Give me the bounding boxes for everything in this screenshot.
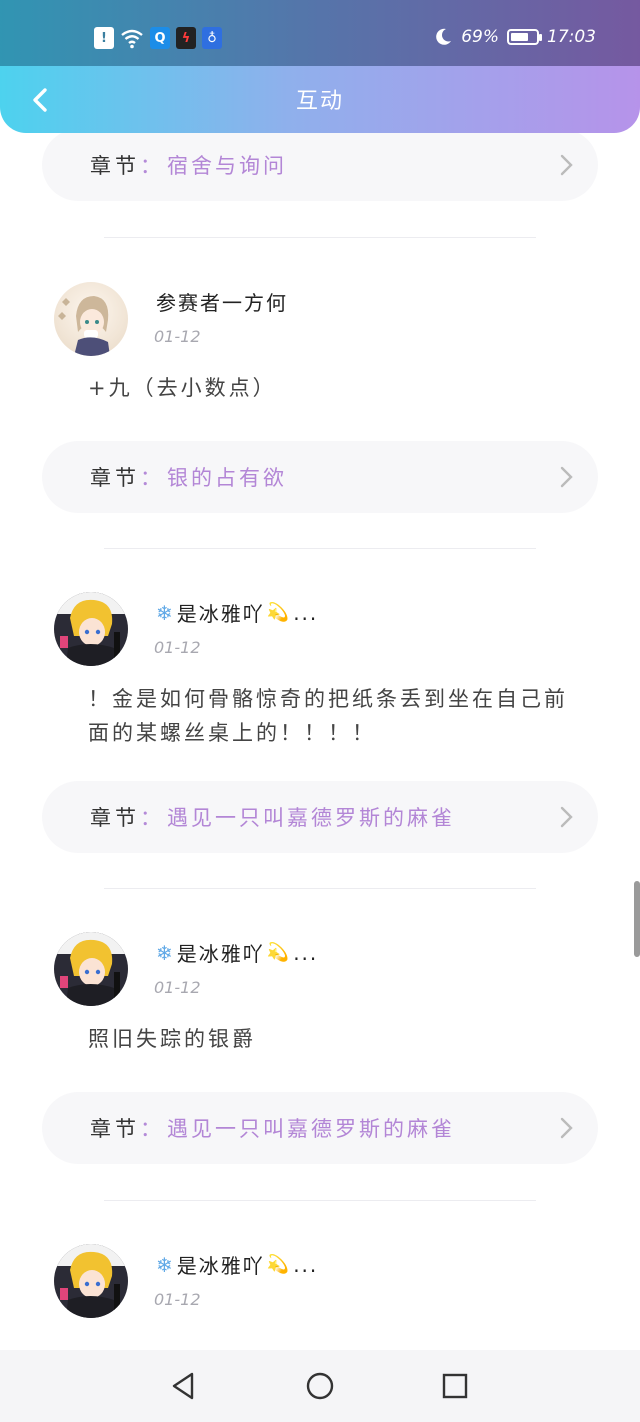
square-recents-icon [442,1373,468,1399]
avatar-illustration [58,296,110,356]
chapter-name: 宿舍与询问 [167,154,287,178]
chapter-name: 遇见一只叫嘉德罗斯的麻雀 [167,806,455,830]
battery-fill [511,33,528,41]
snowflake-icon: ❄ [156,600,175,625]
username-text: 是冰雅吖 [176,602,265,626]
chapter-card[interactable]: 章节 ： 遇见一只叫嘉德罗斯的麻雀 [42,1092,598,1164]
avatar[interactable] [54,282,128,356]
moon-icon [436,28,452,45]
top-bar: ! Q ϟ ♁ 69% 17:03 互动 [0,0,640,133]
comment-date: 01-12 [154,978,201,997]
username-ellipsis: ... [293,1252,319,1277]
comment-text: 照旧失踪的银爵 [88,1027,256,1051]
chapter-key-label: 章节 [90,806,140,830]
chapter-colon: ： [140,154,161,178]
snowflake-icon: ❄ [156,940,175,965]
page-title: 互动 [295,89,344,114]
avatar-illustration [54,1244,128,1318]
avatar-illustration [54,592,128,666]
nav-home-button[interactable] [300,1368,340,1404]
divider [104,888,536,889]
chapter-key-label: 章节 [90,466,140,490]
avatar[interactable] [54,1244,128,1318]
comment-text: +九（去小数点） [88,376,277,400]
triangle-back-icon [172,1372,194,1400]
comment-date: 01-12 [154,327,201,346]
chapter-card[interactable]: 章节 ： 宿舍与询问 [42,129,598,201]
search-app-icon: Q [150,27,170,49]
username-ellipsis: ... [293,600,319,625]
username[interactable]: ❄ 是冰雅吖 💫 ... [156,938,318,967]
username[interactable]: ❄ 是冰雅吖 💫 ... [156,1250,318,1279]
username[interactable]: 参赛者一方何 [156,287,288,316]
circle-home-icon [306,1372,334,1400]
status-right: 69% 17:03 [433,27,596,47]
chevron-right-icon [560,466,573,488]
chapter-colon: ： [140,806,161,830]
game-app-icon: ϟ [176,27,196,49]
chevron-right-icon [560,154,573,176]
chapter-colon: ： [140,1117,161,1141]
battery-percent: 69% [461,27,499,47]
divider [104,548,536,549]
comment-date: 01-12 [154,1290,201,1309]
username-text: 是冰雅吖 [176,1254,265,1278]
alert-icon: ! [94,27,114,49]
swirl-emoji-icon: 💫 [266,1254,292,1275]
divider [104,237,536,238]
avatar[interactable] [54,592,128,666]
username[interactable]: ❄ 是冰雅吖 💫 ... [156,598,318,627]
nav-recents-button[interactable] [435,1368,475,1404]
avatar-illustration [54,932,128,1006]
chevron-right-icon [560,1117,573,1139]
username-text: 是冰雅吖 [176,942,265,966]
bulb-app-icon: ♁ [202,27,222,49]
username-text: 参赛者一方何 [156,291,288,315]
scrollbar[interactable] [634,881,640,957]
chapter-colon: ： [140,466,161,490]
chapter-name: 遇见一只叫嘉德罗斯的麻雀 [167,1117,455,1141]
header: 互动 [0,66,640,133]
chapter-card[interactable]: 章节 ： 银的占有欲 [42,441,598,513]
chapter-key-label: 章节 [90,1117,140,1141]
status-left-icons: ! Q ϟ ♁ [94,27,222,49]
snowflake-icon: ❄ [156,1252,175,1277]
status-bar: ! Q ϟ ♁ 69% 17:03 [0,0,640,66]
avatar[interactable] [54,932,128,1006]
comment-text: ！金是如何骨骼惊奇的把纸条丢到坐在自己前面的某螺丝桌上的！！！！ [88,687,568,745]
comment-date: 01-12 [154,638,201,657]
clock: 17:03 [547,27,596,47]
nav-back-button[interactable] [163,1368,203,1404]
swirl-emoji-icon: 💫 [266,602,292,623]
divider [104,1200,536,1201]
chevron-right-icon [560,806,573,828]
system-nav-bar [0,1350,640,1422]
swirl-emoji-icon: 💫 [266,942,292,963]
chapter-key-label: 章节 [90,154,140,178]
chapter-name: 银的占有欲 [167,466,287,490]
battery-icon [507,29,542,45]
wifi-icon [121,29,143,49]
username-ellipsis: ... [293,940,319,965]
chapter-card[interactable]: 章节 ： 遇见一只叫嘉德罗斯的麻雀 [42,781,598,853]
